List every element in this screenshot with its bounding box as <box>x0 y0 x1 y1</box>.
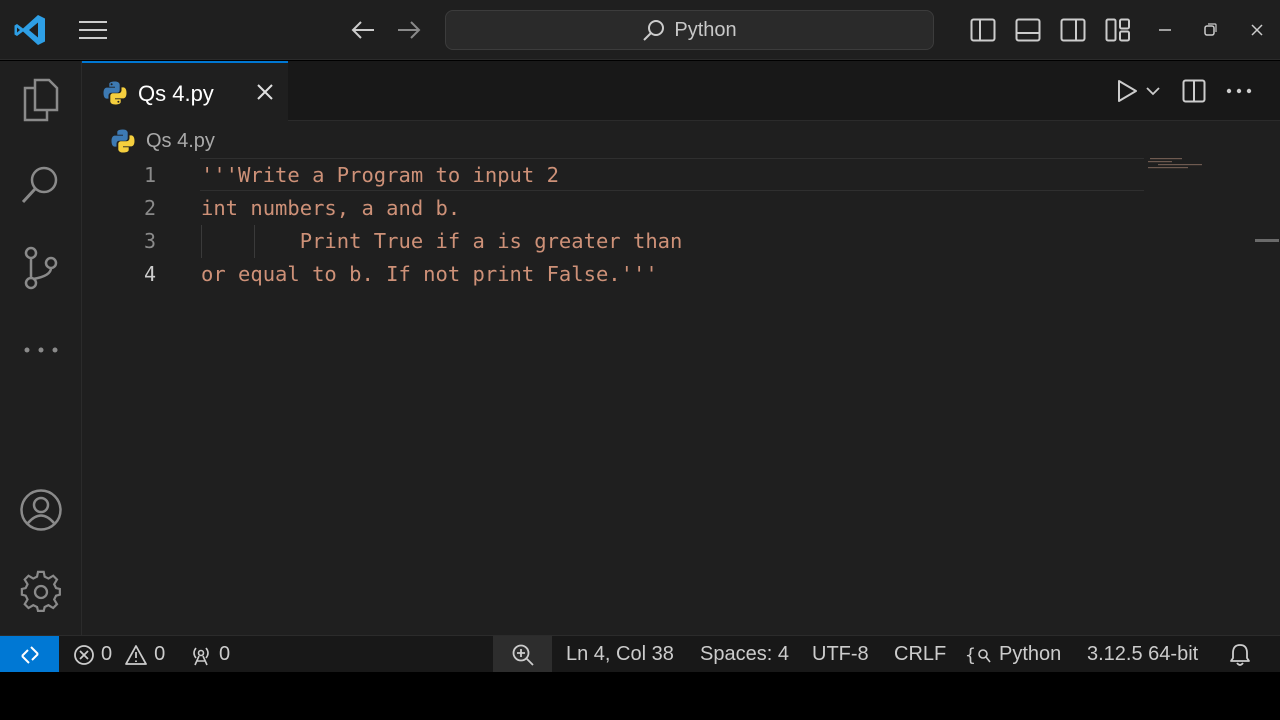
line-number: 1 <box>143 163 156 187</box>
customize-layout-icon[interactable] <box>1099 12 1137 48</box>
encoding-label: UTF-8 <box>812 643 869 665</box>
vscode-logo-icon <box>10 10 50 50</box>
close-icon[interactable] <box>1240 12 1274 48</box>
python-icon <box>103 81 127 105</box>
error-count: 0 <box>101 643 113 665</box>
error-icon <box>74 644 94 665</box>
line-text: or equal to b. If not print False.''' <box>201 262 658 286</box>
ellipsis-icon[interactable] <box>1222 75 1256 107</box>
ports-count: 0 <box>219 643 231 665</box>
cursor-position-label: Ln 4, Col 38 <box>566 643 674 665</box>
zoom-icon[interactable] <box>493 636 552 673</box>
layout-sidebar-right-icon[interactable] <box>1054 12 1092 48</box>
bell-icon[interactable] <box>1229 636 1251 673</box>
eol-setting[interactable]: CRLF <box>894 636 946 673</box>
svg-text:{: { <box>965 645 976 666</box>
title-bar: Python <box>0 0 1280 60</box>
indentation-label: Spaces: 4 <box>700 643 789 665</box>
source-control-icon[interactable] <box>14 241 68 295</box>
code-line: 4 or equal to b. If not print False.''' <box>82 258 1152 291</box>
eol-label: CRLF <box>894 643 947 665</box>
tab-bar: Qs 4.py <box>82 61 1280 121</box>
line-text: Print True if a is greater than <box>201 229 683 253</box>
python-interpreter[interactable]: 3.12.5 64-bit <box>1087 636 1198 673</box>
braces-icon: { <box>965 645 991 666</box>
tab-label: Qs 4.py <box>138 81 214 106</box>
tab-close-icon[interactable] <box>252 79 278 105</box>
code-line: 2 int numbers, a and b. <box>82 192 1152 225</box>
arrow-right-icon[interactable] <box>390 12 428 48</box>
gear-icon[interactable] <box>14 565 68 619</box>
scrollbar-cursor-marker <box>1255 239 1279 242</box>
code-line: 1 '''Write a Program to input 2 <box>82 159 1152 192</box>
line-number: 3 <box>143 229 156 253</box>
layout-panel-icon[interactable] <box>1009 12 1047 48</box>
line-number: 4 <box>143 262 156 286</box>
code-line: 3 Print True if a is greater than <box>82 225 1152 258</box>
language-mode[interactable]: { Python <box>965 636 1061 673</box>
breadcrumb[interactable]: Qs 4.py <box>110 127 215 155</box>
line-number: 2 <box>143 196 156 220</box>
more-icon[interactable] <box>14 323 68 377</box>
problems-indicator[interactable]: 0 0 <box>73 636 165 673</box>
warning-count: 0 <box>154 643 166 665</box>
remote-icon[interactable] <box>0 636 59 673</box>
editor-area: Qs 4.py Qs 4.py 1 '''Write a Program to … <box>82 61 1280 635</box>
interpreter-label: 3.12.5 64-bit <box>1087 643 1199 665</box>
encoding-setting[interactable]: UTF-8 <box>812 636 869 673</box>
breadcrumb-file: Qs 4.py <box>146 129 215 152</box>
explorer-icon[interactable] <box>14 73 68 127</box>
arrow-left-icon[interactable] <box>344 12 382 48</box>
restore-icon[interactable] <box>1193 12 1227 48</box>
warning-icon <box>125 644 148 665</box>
status-bar: 0 0 0 Ln 4, Col 38 Spaces: 4 UTF-8 CRLF … <box>0 635 1280 673</box>
split-editor-icon[interactable] <box>1178 75 1210 107</box>
broadcast-icon <box>193 647 209 665</box>
activity-bar <box>0 61 82 635</box>
language-label: Python <box>999 643 1062 665</box>
run-icon[interactable] <box>1112 75 1142 107</box>
layout-sidebar-left-icon[interactable] <box>964 12 1002 48</box>
minimize-icon[interactable] <box>1148 12 1182 48</box>
cursor-position[interactable]: Ln 4, Col 38 <box>566 636 674 673</box>
account-icon[interactable] <box>14 483 68 537</box>
search-label: Python <box>674 18 737 41</box>
minimap[interactable] <box>1148 157 1208 171</box>
indentation-setting[interactable]: Spaces: 4 <box>700 636 789 673</box>
line-text: '''Write a Program to input 2 <box>201 163 559 187</box>
line-text: int numbers, a and b. <box>201 196 461 220</box>
menu-icon[interactable] <box>72 12 114 48</box>
search-icon[interactable] <box>14 157 68 211</box>
search-icon <box>643 20 665 41</box>
ports-indicator[interactable]: 0 <box>189 636 230 673</box>
chevron-down-icon[interactable] <box>1142 75 1164 107</box>
bottom-letterbox <box>0 672 1280 720</box>
command-center-search[interactable]: Python <box>445 10 934 50</box>
tab-qs4-py[interactable]: Qs 4.py <box>82 61 288 121</box>
python-icon <box>111 129 135 153</box>
code-editor[interactable]: 1 '''Write a Program to input 2 2 int nu… <box>82 159 1152 291</box>
